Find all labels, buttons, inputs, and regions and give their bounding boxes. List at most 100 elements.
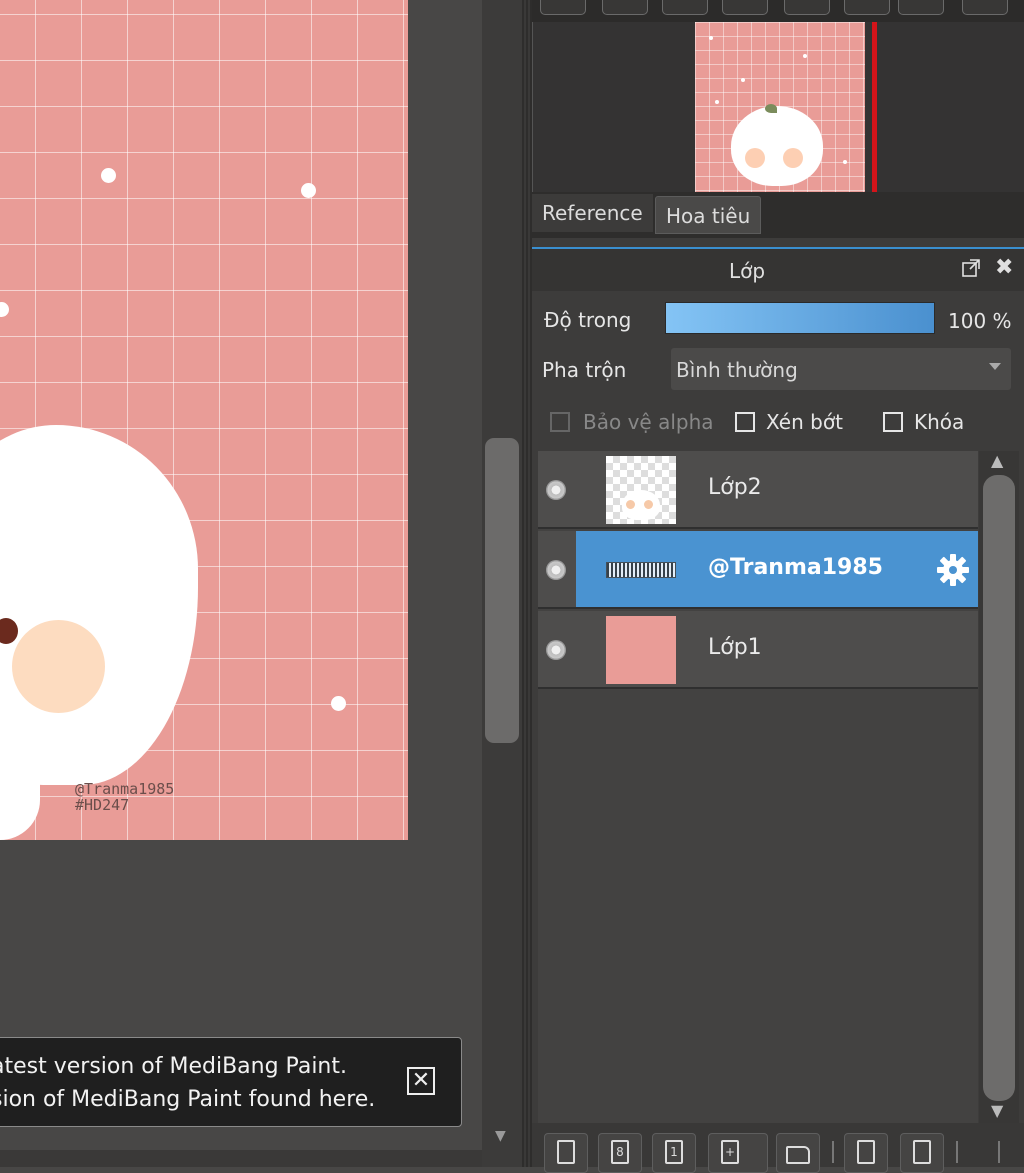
opacity-label: Độ trong (544, 308, 632, 332)
scroll-up-arrow-icon[interactable]: ▲ (991, 451, 1003, 470)
layer-row[interactable]: Lớp2 (538, 451, 978, 529)
layer-thumbnail (606, 536, 676, 604)
signature-hashtag: #HD247 (75, 796, 130, 814)
duplicate-layer-button[interactable] (844, 1133, 888, 1173)
lock-label: Khóa (914, 410, 965, 434)
new-8bit-layer-icon: 8 (611, 1140, 629, 1164)
tab-reference[interactable]: Reference (532, 194, 653, 232)
snow-dot (101, 168, 116, 183)
scroll-down-arrow-icon[interactable]: ▼ (495, 1128, 506, 1144)
snow-dot (301, 183, 316, 198)
reset-view-button[interactable] (962, 0, 1008, 15)
gear-icon[interactable] (934, 551, 972, 589)
snow-dot (843, 160, 847, 164)
snow-dot (741, 78, 745, 82)
snow-dot (0, 302, 9, 317)
thumbnail-mascot-cheek (626, 500, 635, 509)
navigator-thumbnail[interactable] (695, 22, 865, 192)
new-folder-icon (786, 1146, 810, 1164)
new-layer-button[interactable] (544, 1133, 588, 1173)
layer-toolbar: 8 1 + (532, 1123, 1024, 1173)
artwork-canvas[interactable]: @Tranma1985 #HD247 (0, 0, 408, 840)
layer-thumbnail (606, 456, 676, 524)
visibility-icon (546, 560, 566, 580)
rotate-right-button[interactable] (898, 0, 944, 15)
actual-size-button[interactable] (722, 0, 768, 15)
layer-panel-header: Lớp ✖ (532, 249, 1024, 291)
layer-panel-title: Lớp (728, 259, 766, 283)
alpha-protect-checkbox[interactable] (550, 412, 570, 432)
tab-navigator[interactable]: Hoa tiêu (655, 196, 762, 234)
layer-name: Lớp2 (708, 475, 762, 500)
blend-mode-label: Pha trộn (542, 358, 627, 382)
canvas-scroll-thumb[interactable] (485, 438, 519, 743)
layer-list[interactable]: Lớp2 @Tranma1985 Lớp1 (538, 451, 978, 1123)
visibility-icon (546, 640, 566, 660)
lock-checkbox[interactable] (883, 412, 903, 432)
notification-line-2[interactable]: sion of MediBang Paint found here. (0, 1087, 375, 1112)
signature-handle: @Tranma1985 (75, 780, 175, 798)
close-icon[interactable]: ✖ (995, 255, 1013, 280)
layer-visibility-toggle[interactable] (538, 531, 576, 607)
layer-row[interactable]: Lớp1 (538, 611, 978, 689)
layer-visibility-toggle[interactable] (538, 611, 576, 687)
add-layer-menu-button[interactable]: + (708, 1133, 768, 1173)
mascot-cheek (12, 620, 105, 713)
merge-down-button[interactable] (900, 1133, 944, 1173)
zoom-in-button[interactable] (540, 0, 586, 15)
alpha-protect-label: Bảo vệ alpha (583, 410, 714, 434)
canvas-vertical-scrollbar[interactable]: ▼ (482, 0, 522, 1167)
opacity-slider[interactable] (665, 302, 935, 334)
mascot-body (0, 425, 198, 785)
new-1bit-layer-button[interactable]: 1 (652, 1133, 696, 1173)
toolbar-separator (956, 1141, 958, 1163)
thumbnail-text-strip (606, 562, 676, 578)
canvas-bottom-bar (0, 1150, 500, 1167)
blend-mode-value: Bình thường (676, 358, 798, 382)
flip-button[interactable] (844, 0, 890, 15)
new-1bit-layer-icon: 1 (665, 1140, 683, 1164)
add-layer-menu-icon: + (721, 1140, 739, 1164)
layer-scroll-thumb[interactable] (983, 475, 1015, 1101)
layer-name: @Tranma1985 (708, 555, 883, 580)
new-8bit-layer-button[interactable]: 8 (598, 1133, 642, 1173)
rotate-left-button[interactable] (784, 0, 830, 15)
fit-view-button[interactable] (662, 0, 708, 15)
scroll-down-arrow-icon[interactable]: ▼ (991, 1101, 1003, 1120)
close-icon: ✕ (411, 1068, 431, 1093)
navigator-viewport-frame[interactable] (872, 22, 877, 192)
zoom-out-button[interactable] (602, 0, 648, 15)
navigator-mascot-cheek (745, 148, 765, 168)
layer-visibility-toggle[interactable] (538, 451, 576, 527)
mascot-base (0, 740, 40, 840)
clipping-label: Xén bớt (766, 410, 843, 434)
navigator-mascot (731, 106, 823, 186)
layer-row-selected[interactable]: @Tranma1985 (538, 531, 978, 609)
canvas-area[interactable]: @Tranma1985 #HD247 atest version of Medi… (0, 0, 500, 1167)
clipping-checkbox[interactable] (735, 412, 755, 432)
layer-name: Lớp1 (708, 635, 762, 660)
navigator-toolbar (532, 0, 1024, 22)
snow-dot (709, 36, 713, 40)
navigator-preview[interactable] (532, 22, 1024, 192)
navigator-mascot-cheek (783, 148, 803, 168)
panel-splitter[interactable] (522, 0, 532, 1167)
snow-dot (331, 696, 346, 711)
layer-list-scrollbar[interactable]: ▲ ▼ (979, 451, 1019, 1123)
right-panel: Reference Hoa tiêu Lớp ✖ Độ trong 100 % … (532, 0, 1024, 1173)
blend-mode-select[interactable]: Bình thường (671, 348, 1011, 390)
notification-line-1: atest version of MediBang Paint. (0, 1054, 347, 1079)
layer-thumbnail (606, 616, 676, 684)
chevron-down-icon (989, 363, 1001, 370)
popout-icon[interactable] (962, 259, 980, 277)
artwork-signature: @Tranma1985 #HD247 (75, 781, 174, 813)
notification-close-button[interactable]: ✕ (407, 1067, 435, 1095)
duplicate-layer-icon (857, 1140, 875, 1164)
snow-dot (803, 54, 807, 58)
snow-dot (715, 100, 719, 104)
new-layer-icon (557, 1140, 575, 1164)
merge-down-icon (913, 1140, 931, 1164)
thumbnail-mascot-cheek (644, 500, 653, 509)
new-folder-button[interactable] (776, 1133, 820, 1173)
update-notification: atest version of MediBang Paint. sion of… (0, 1037, 462, 1127)
